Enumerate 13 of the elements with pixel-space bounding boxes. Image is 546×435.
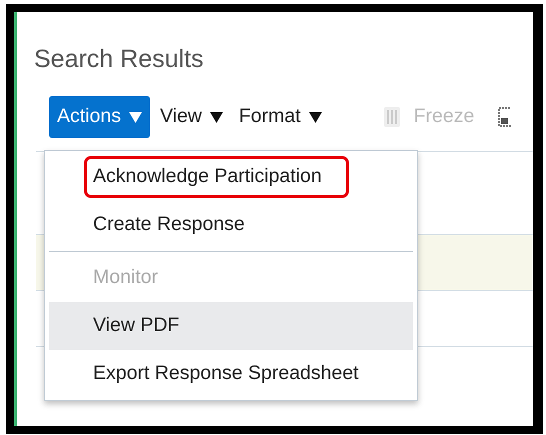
menu-button[interactable]: Format bbox=[230, 96, 330, 138]
menu-item[interactable]: Export Response Spreadsheet bbox=[93, 359, 359, 389]
menu-item[interactable]: Acknowledge Participation bbox=[84, 156, 349, 198]
menu-button[interactable]: View bbox=[152, 96, 231, 138]
menu-item[interactable]: View PDF bbox=[93, 311, 180, 341]
columns-icon bbox=[384, 107, 400, 127]
caret-icon bbox=[308, 112, 322, 122]
caret-icon bbox=[210, 112, 223, 122]
menu-button[interactable]: Actions bbox=[49, 96, 150, 138]
page-title: Search Results bbox=[34, 44, 205, 74]
menu-item[interactable]: Create Response bbox=[93, 210, 245, 240]
caret-icon bbox=[128, 112, 142, 122]
window-icon bbox=[498, 107, 512, 127]
